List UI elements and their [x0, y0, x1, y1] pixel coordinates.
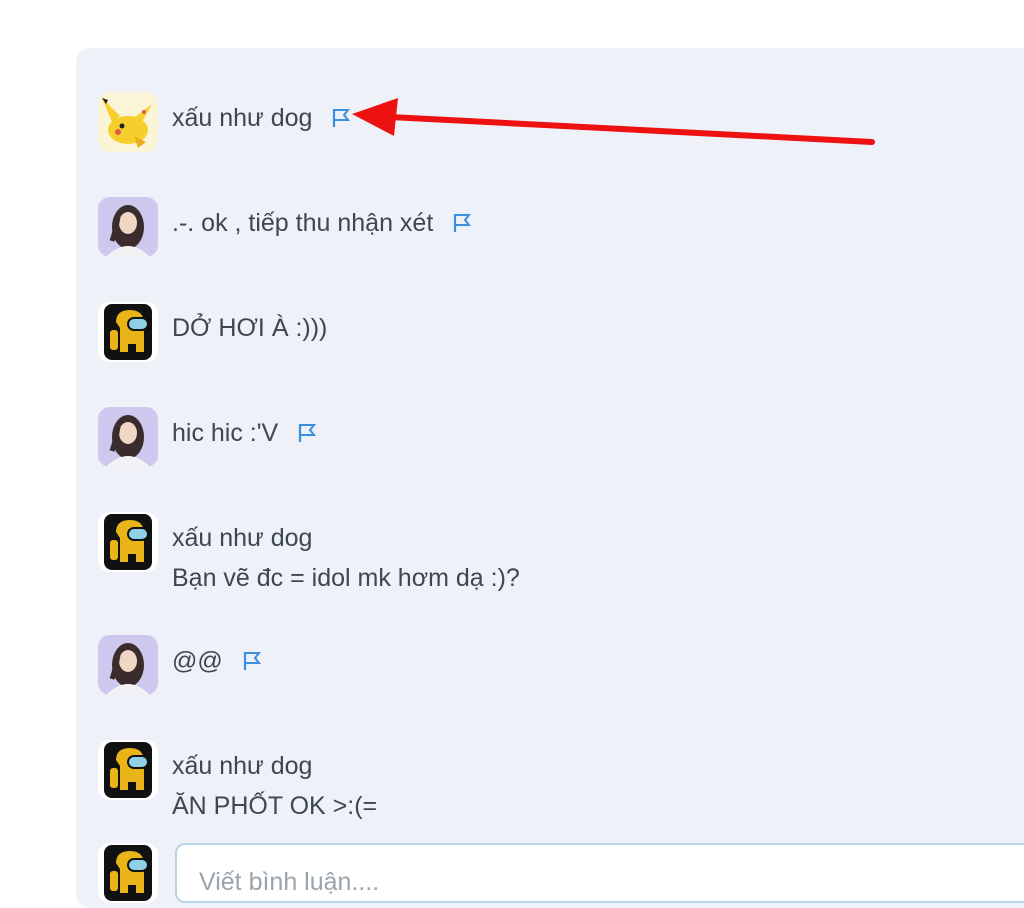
comment-item-1: xấu như dog	[98, 92, 352, 152]
flag-icon[interactable]	[296, 422, 318, 444]
quoted-text: xấu như dog	[172, 524, 313, 552]
quoted-text: xấu như dog	[172, 752, 313, 780]
girl-avatar[interactable]	[98, 635, 158, 695]
comment-text: DỞ HƠI À :)))	[172, 314, 328, 342]
comment-text: hic hic :'V	[172, 419, 279, 447]
comment-body: xấu như dog	[172, 92, 352, 138]
pikachu-avatar-image	[98, 92, 158, 152]
girl-avatar[interactable]	[98, 197, 158, 257]
comment-item-2: .-. ok , tiếp thu nhận xét	[98, 197, 473, 257]
comment-text: .-. ok , tiếp thu nhận xét	[172, 209, 434, 237]
pikachu-avatar[interactable]	[98, 92, 158, 152]
flag-icon[interactable]	[241, 650, 263, 672]
comment-text: xấu như dog	[172, 104, 313, 132]
comment-item-6: @@	[98, 635, 263, 695]
comment-text: @@	[172, 647, 223, 675]
comment-body: .-. ok , tiếp thu nhận xét	[172, 197, 473, 243]
amongus-avatar[interactable]	[98, 843, 158, 903]
comment-item-4: hic hic :'V	[98, 407, 318, 467]
girl-avatar[interactable]	[98, 407, 158, 467]
comment-text: Bạn vẽ đc = idol mk hơm dạ :)?	[172, 564, 520, 592]
flag-icon[interactable]	[330, 107, 352, 129]
amongus-avatar-image	[98, 512, 158, 572]
comment-item-3: DỞ HƠI À :)))	[98, 302, 327, 362]
amongus-avatar-image	[98, 843, 158, 903]
girl-avatar-image	[98, 407, 158, 467]
comment-body: xấu như dog ĂN PHỐT OK >:(=	[172, 740, 377, 826]
amongus-avatar[interactable]	[98, 302, 158, 362]
current-user-row	[98, 843, 158, 903]
comment-item-7: xấu như dog ĂN PHỐT OK >:(=	[98, 740, 377, 826]
amongus-avatar-image	[98, 302, 158, 362]
comment-text: ĂN PHỐT OK >:(=	[172, 792, 378, 820]
comment-body: DỞ HƠI À :)))	[172, 302, 327, 348]
comment-body: xấu như dog Bạn vẽ đc = idol mk hơm dạ :…	[172, 512, 520, 598]
comment-body: hic hic :'V	[172, 407, 318, 453]
comment-body: @@	[172, 635, 263, 681]
girl-avatar-image	[98, 635, 158, 695]
girl-avatar-image	[98, 197, 158, 257]
amongus-avatar[interactable]	[98, 740, 158, 800]
flag-icon[interactable]	[451, 212, 473, 234]
comment-input[interactable]	[177, 845, 1024, 901]
comment-input-box[interactable]	[175, 843, 1024, 903]
amongus-avatar-image	[98, 740, 158, 800]
amongus-avatar[interactable]	[98, 512, 158, 572]
comment-item-5: xấu như dog Bạn vẽ đc = idol mk hơm dạ :…	[98, 512, 520, 598]
